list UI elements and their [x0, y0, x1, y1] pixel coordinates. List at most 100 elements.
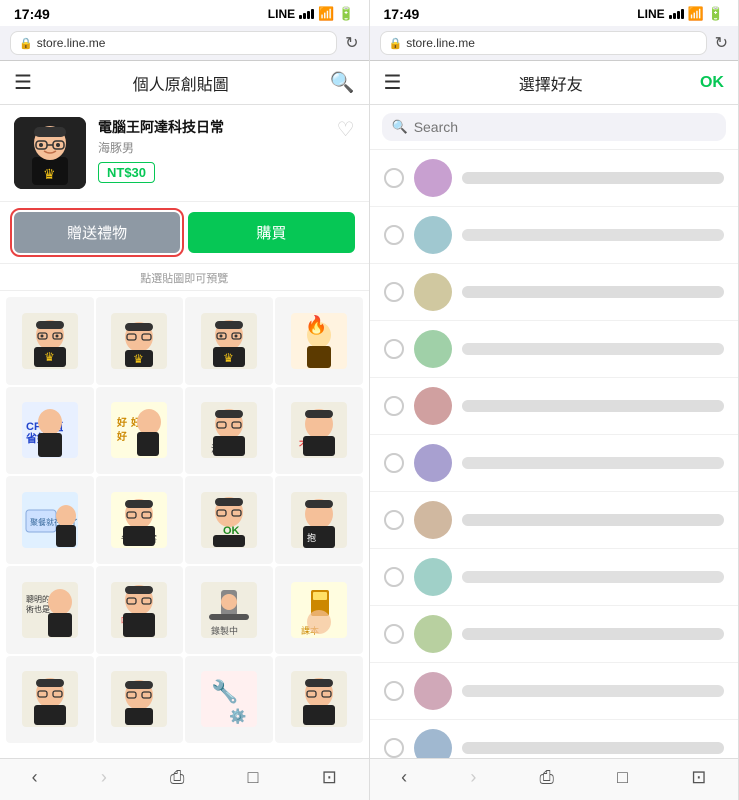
sticker-cell[interactable]: 沒事真: [185, 387, 273, 475]
sticker-row: 聰明的成長術也是 喊叫 錄製中 課本: [6, 566, 363, 654]
right-bookmark-btn[interactable]: □: [617, 767, 628, 788]
sticker-cell[interactable]: 錄製中: [185, 566, 273, 654]
action-buttons: 贈送禮物 購買: [0, 202, 369, 264]
search-icon: 🔍: [392, 119, 408, 135]
avatar: [414, 159, 452, 197]
friend-name: [462, 628, 725, 640]
friend-radio[interactable]: [384, 624, 404, 644]
gift-button[interactable]: 贈送禮物: [14, 212, 180, 253]
friend-radio[interactable]: [384, 681, 404, 701]
left-share-btn[interactable]: ⎙: [170, 767, 184, 788]
svg-text:🔥: 🔥: [305, 314, 327, 335]
friend-radio[interactable]: [384, 567, 404, 587]
right-browser-bar: 🔒 store.line.me ↻: [370, 26, 739, 61]
svg-text:術也是: 術也是: [26, 604, 50, 614]
right-battery-icon: 🔋: [708, 6, 724, 22]
right-status-icons: LINE 📶 🔋: [637, 6, 724, 22]
left-search-icon[interactable]: 🔍: [330, 70, 355, 95]
sticker-cell[interactable]: 🔥: [275, 297, 363, 385]
list-item[interactable]: [370, 207, 739, 264]
sticker-cell[interactable]: 請求♛: [6, 297, 94, 385]
sticker-cell[interactable]: [275, 656, 363, 744]
ok-button[interactable]: OK: [700, 74, 724, 92]
list-item[interactable]: [370, 549, 739, 606]
friend-radio[interactable]: [384, 168, 404, 188]
avatar: [414, 558, 452, 596]
list-item[interactable]: [370, 378, 739, 435]
left-back-btn[interactable]: ‹: [32, 767, 38, 788]
wifi-icon: 📶: [318, 6, 334, 22]
right-status-bar: 17:49 LINE 📶 🔋: [370, 0, 739, 26]
sticker-cell[interactable]: 廢廢: [6, 656, 94, 744]
svg-text:好: 好: [116, 416, 127, 429]
friend-name: [462, 457, 725, 469]
left-url-bar[interactable]: 🔒 store.line.me: [10, 31, 337, 55]
list-item[interactable]: [370, 492, 739, 549]
right-wifi-icon: 📶: [688, 6, 704, 22]
right-tabs-btn[interactable]: ⊡: [691, 767, 706, 788]
list-item[interactable]: [370, 720, 739, 758]
left-phone-panel: 17:49 LINE 📶 🔋 🔒 store.line.me ↻ ☰ 個人原創貼…: [0, 0, 370, 800]
left-tabs-btn[interactable]: ⊡: [322, 767, 337, 788]
left-browser-bar: 🔒 store.line.me ↻: [0, 26, 369, 61]
right-carrier: LINE: [637, 7, 664, 21]
friend-radio[interactable]: [384, 282, 404, 302]
sticker-cell[interactable]: 🔧⚙️: [185, 656, 273, 744]
sticker-cell[interactable]: CP超值省錢: [6, 387, 94, 475]
avatar: [414, 273, 452, 311]
left-carrier: LINE: [268, 7, 295, 21]
right-forward-btn[interactable]: ›: [470, 767, 476, 788]
svg-text:🔧: 🔧: [211, 678, 238, 704]
sticker-cell[interactable]: 聰明的成長術也是: [6, 566, 94, 654]
list-item[interactable]: [370, 321, 739, 378]
list-item[interactable]: [370, 264, 739, 321]
sticker-cell[interactable]: ♛: [96, 297, 184, 385]
right-menu-icon[interactable]: ☰: [384, 70, 402, 95]
sticker-row: CP超值省錢 好好好 沒事真 不可超越: [6, 387, 363, 475]
friend-name: [462, 286, 725, 298]
left-refresh-btn[interactable]: ↻: [345, 33, 358, 53]
friend-name: [462, 742, 725, 754]
svg-text:♛: ♛: [44, 350, 55, 364]
friend-radio[interactable]: [384, 339, 404, 359]
sticker-cell[interactable]: OK: [185, 476, 273, 564]
friend-name: [462, 172, 725, 184]
sticker-cell[interactable]: 好好好: [96, 387, 184, 475]
right-back-btn[interactable]: ‹: [401, 767, 407, 788]
avatar: [414, 330, 452, 368]
list-item[interactable]: [370, 663, 739, 720]
list-item[interactable]: [370, 435, 739, 492]
right-signal-icon: [669, 9, 684, 19]
sticker-cell[interactable]: 喊叫: [96, 566, 184, 654]
search-input[interactable]: [414, 119, 716, 135]
sticker-cell[interactable]: 課本: [275, 566, 363, 654]
sticker-cell[interactable]: ♛: [185, 297, 273, 385]
friend-radio[interactable]: [384, 453, 404, 473]
list-item[interactable]: [370, 150, 739, 207]
friend-radio[interactable]: [384, 396, 404, 416]
buy-button[interactable]: 購買: [188, 212, 354, 253]
svg-text:♛: ♛: [43, 166, 56, 182]
friend-name: [462, 400, 725, 412]
avatar: [414, 216, 452, 254]
product-avatar: ♛: [14, 117, 86, 189]
sticker-cell[interactable]: 省錢厲害: [96, 476, 184, 564]
heart-button[interactable]: ♡: [337, 117, 355, 142]
sticker-cell[interactable]: 不可超越: [275, 387, 363, 475]
right-refresh-btn[interactable]: ↻: [715, 33, 728, 53]
right-share-btn[interactable]: ⎙: [540, 767, 554, 788]
sticker-cell[interactable]: 聚餐就在這了: [6, 476, 94, 564]
sticker-cell[interactable]: [96, 656, 184, 744]
sticker-cell[interactable]: 抱: [275, 476, 363, 564]
sticker-row: 請求♛ ♛ ♛ 🔥: [6, 297, 363, 385]
list-item[interactable]: [370, 606, 739, 663]
friend-radio[interactable]: [384, 510, 404, 530]
left-forward-btn[interactable]: ›: [101, 767, 107, 788]
left-bookmark-btn[interactable]: □: [248, 767, 259, 788]
left-menu-icon[interactable]: ☰: [14, 70, 32, 95]
left-header-title: 個人原創貼圖: [133, 71, 229, 95]
friend-radio[interactable]: [384, 738, 404, 758]
avatar: [414, 729, 452, 758]
right-url-bar[interactable]: 🔒 store.line.me: [380, 31, 707, 55]
friend-radio[interactable]: [384, 225, 404, 245]
